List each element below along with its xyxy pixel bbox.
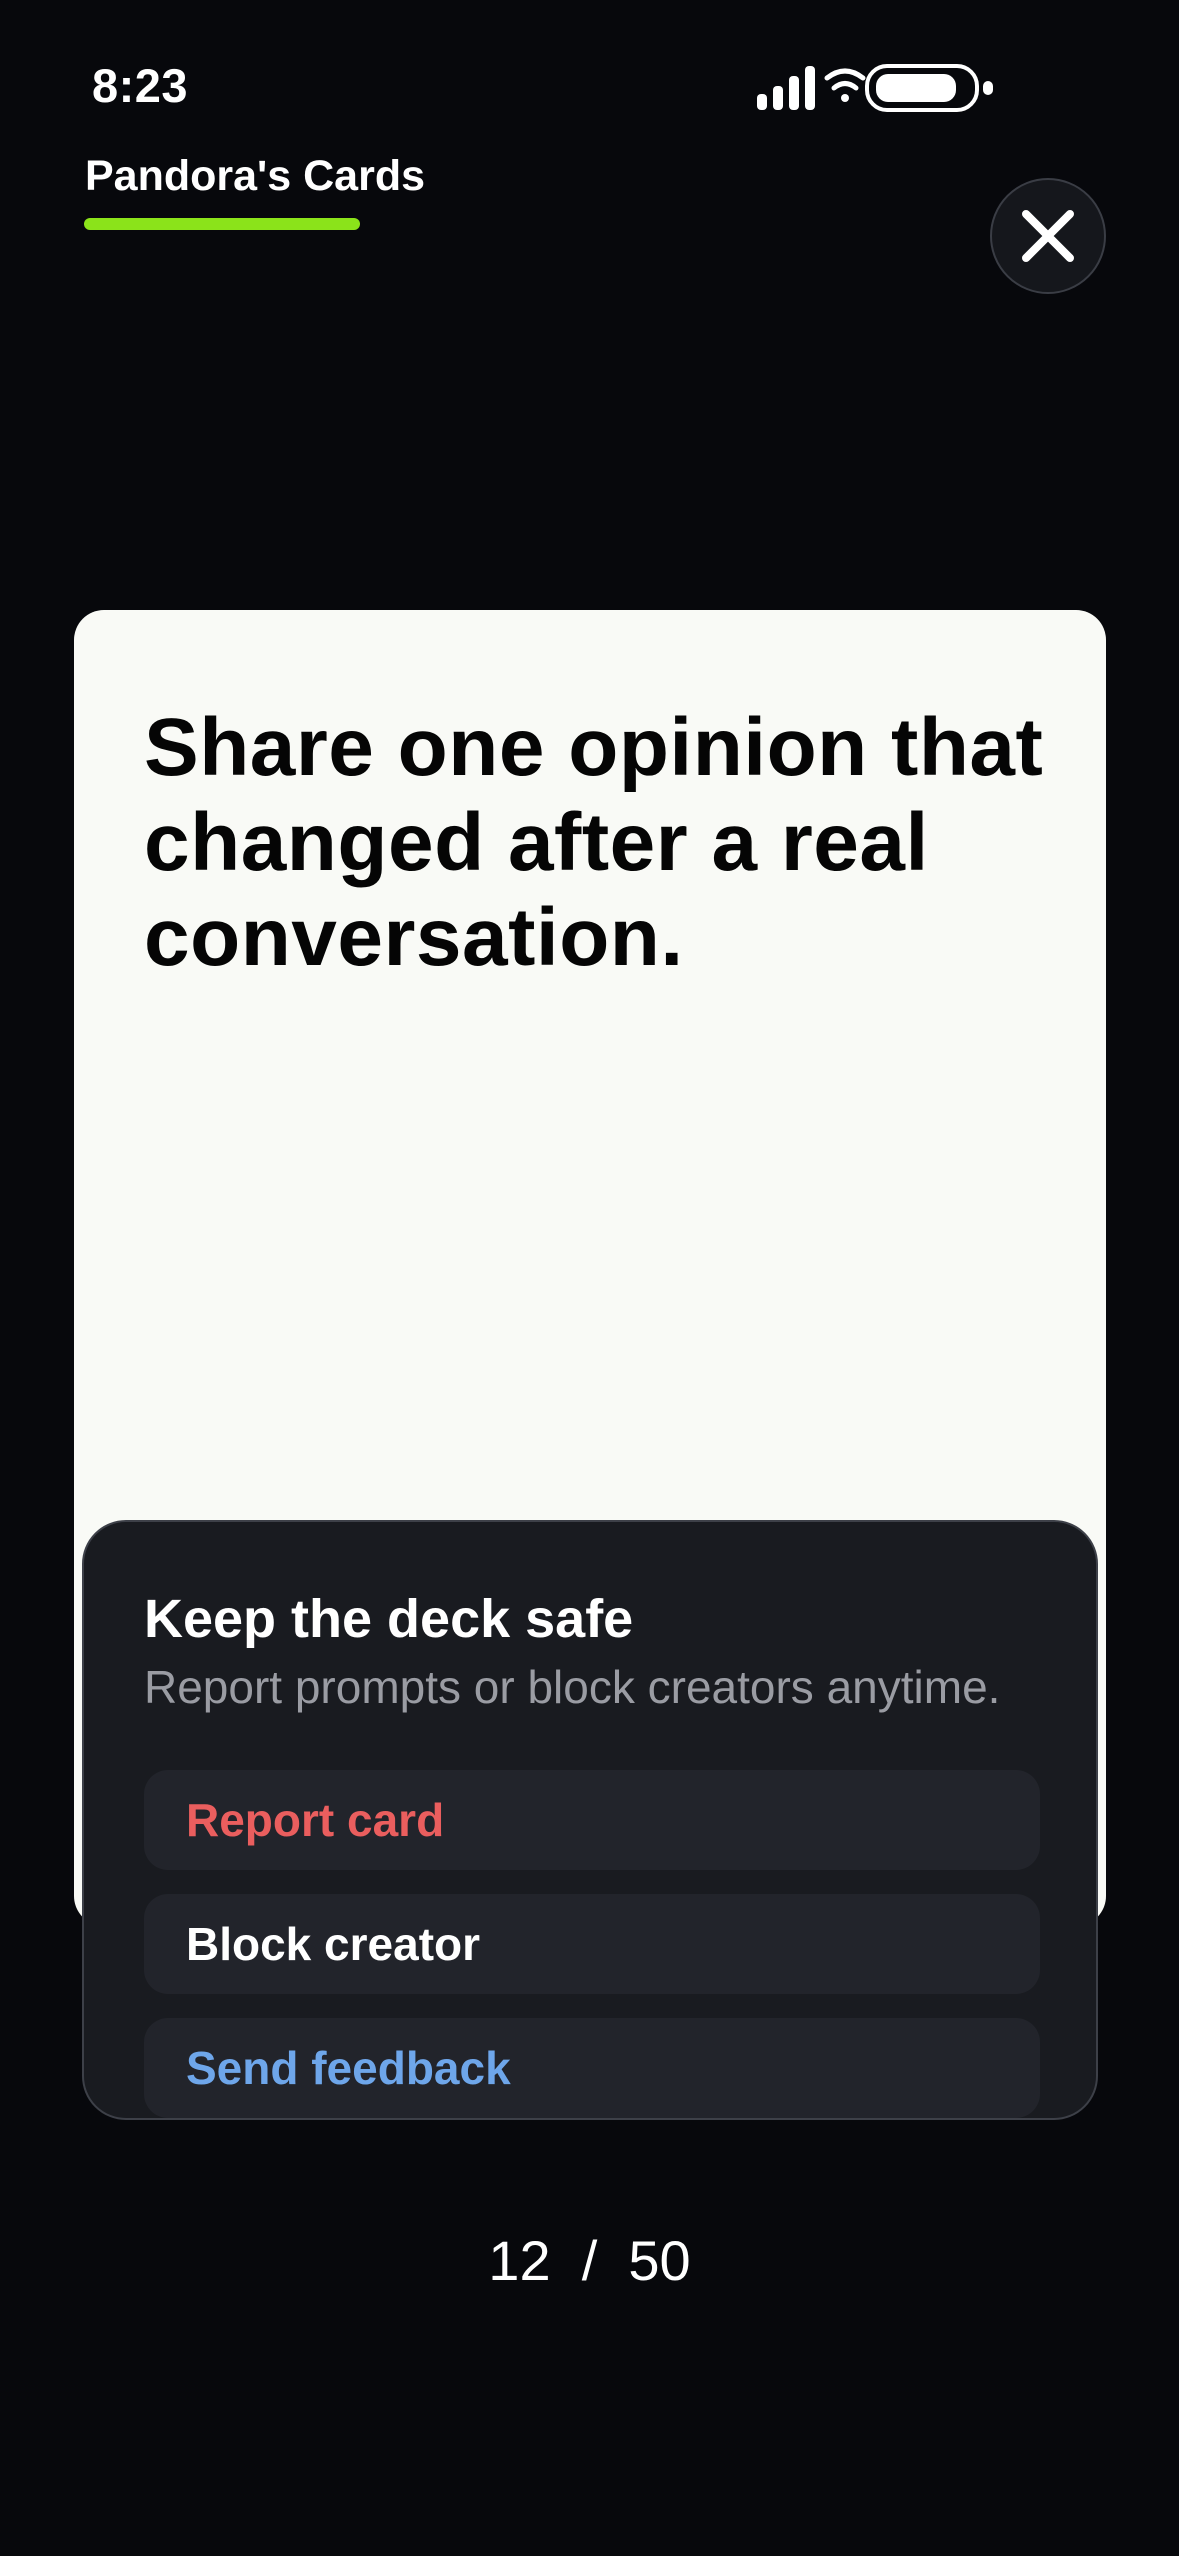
wifi-icon [824,68,866,102]
pager-total: 50 [628,2229,691,2292]
pager-separator: / [581,2229,598,2292]
card-pager: 12 / 50 [0,2228,1179,2293]
report-card-button[interactable]: Report card [144,1770,1040,1870]
status-bar: 8:23 [0,0,1179,140]
close-button[interactable] [990,178,1106,294]
close-icon [1022,210,1074,262]
status-icons [757,64,993,112]
card-prompt: Share one opinion that changed after a r… [144,702,1044,983]
battery-icon [865,64,993,112]
status-time: 8:23 [92,59,189,112]
pager-current: 12 [488,2229,551,2292]
title-underline [84,218,360,230]
send-feedback-button[interactable]: Send feedback [144,2018,1040,2118]
sheet-title: Keep the deck safe [144,1589,634,1649]
app-title: Pandora's Cards [85,152,426,200]
sheet-subtitle: Report prompts or block creators anytime… [144,1661,1001,1713]
safety-sheet: Keep the deck safe Report prompts or blo… [82,1520,1098,2120]
block-creator-button[interactable]: Block creator [144,1894,1040,1994]
signal-icon [757,66,815,110]
